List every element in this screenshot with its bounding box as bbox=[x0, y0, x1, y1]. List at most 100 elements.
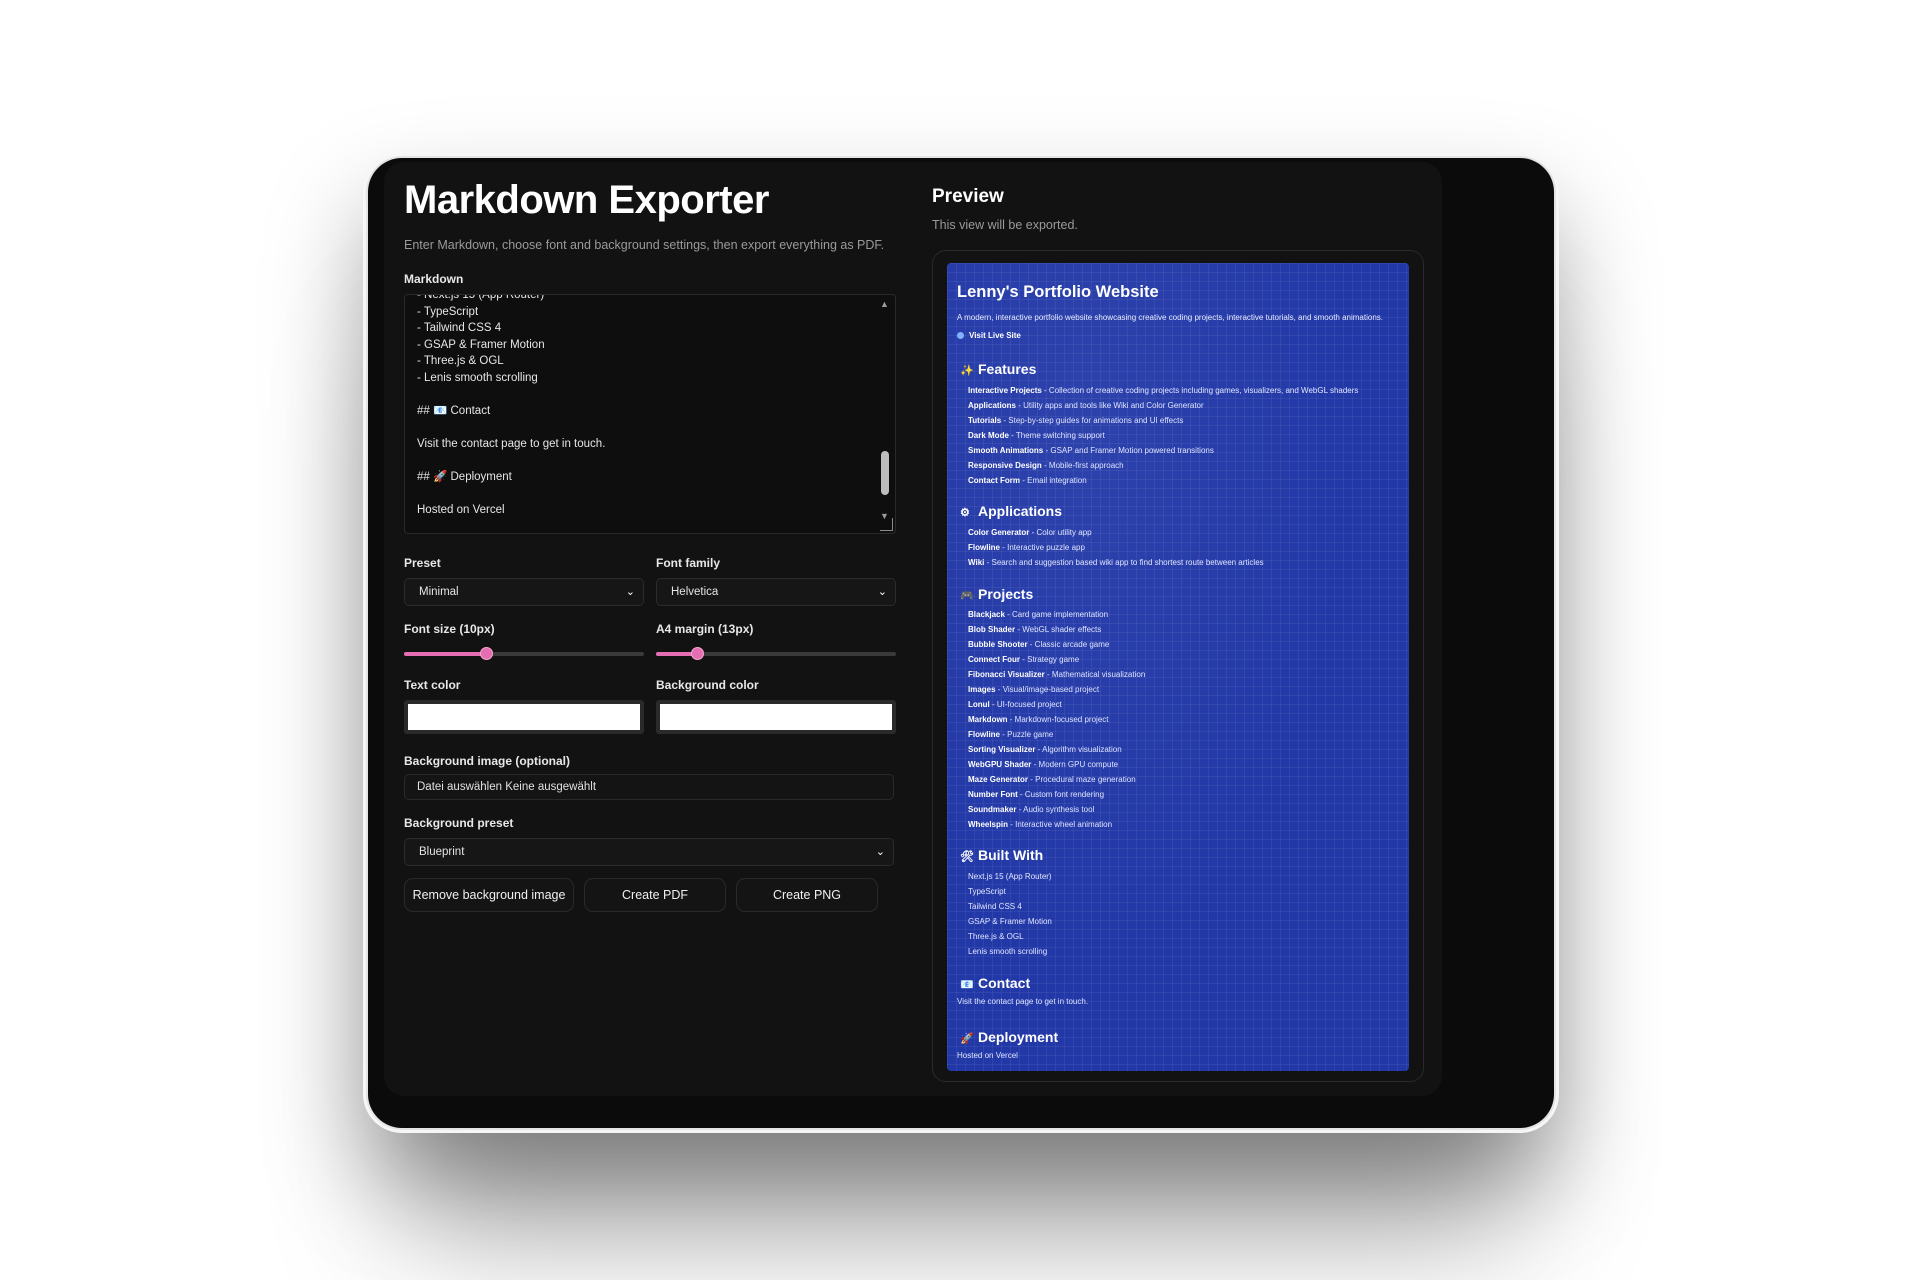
list-item: WebGPU Shader - Modern GPU compute bbox=[968, 757, 1145, 772]
bg-preset-select[interactable]: Blueprint ⌄ bbox=[404, 838, 894, 866]
list-item-name: Blob Shader bbox=[968, 625, 1016, 634]
list-item: Number Font - Custom font rendering bbox=[968, 787, 1145, 802]
deployment-text: Hosted on Vercel bbox=[957, 1051, 1018, 1060]
preview-frame: Lenny's Portfolio Website A modern, inte… bbox=[932, 250, 1424, 1082]
bg-preset-select-value: Blueprint bbox=[419, 846, 465, 858]
list-item-name: Sorting Visualizer bbox=[968, 745, 1036, 754]
preset-select[interactable]: Minimal ⌄ bbox=[404, 578, 644, 606]
list-item-desc: - GSAP and Framer Motion powered transit… bbox=[1043, 446, 1214, 455]
doc-intro: A modern, interactive portfolio website … bbox=[957, 313, 1383, 322]
scroll-up-arrow-icon[interactable]: ▲ bbox=[880, 299, 889, 309]
list-item: Wiki - Search and suggestion based wiki … bbox=[968, 555, 1264, 570]
list-item-desc: - Modern GPU compute bbox=[1031, 760, 1119, 769]
envelope-icon: 📧 bbox=[960, 979, 974, 991]
list-item-name: Smooth Animations bbox=[968, 446, 1044, 455]
slider-knob[interactable] bbox=[479, 647, 493, 660]
features-list: Interactive Projects - Collection of cre… bbox=[968, 383, 1358, 488]
list-item: Maze Generator - Procedural maze generat… bbox=[968, 772, 1145, 787]
markdown-content: - Next.js 15 (App Router) - TypeScript -… bbox=[417, 294, 606, 516]
list-item-desc: - WebGL shader effects bbox=[1015, 625, 1102, 634]
resize-handle-icon[interactable] bbox=[880, 518, 893, 531]
deployment-heading: 🚀 Deployment bbox=[960, 1029, 1058, 1045]
tools-icon: 🛠 bbox=[960, 851, 974, 863]
live-site-link[interactable]: Visit Live Site bbox=[957, 331, 1021, 340]
text-color-label: Text color bbox=[404, 678, 461, 692]
list-item-name: Tutorials bbox=[968, 416, 1002, 425]
projects-heading: 🎮 Projects bbox=[960, 586, 1033, 602]
preview-title: Preview bbox=[932, 186, 1004, 207]
list-item-name: Dark Mode bbox=[968, 431, 1009, 440]
preview-document: Lenny's Portfolio Website A modern, inte… bbox=[947, 263, 1409, 1071]
list-item-desc: - Interactive puzzle app bbox=[1000, 543, 1085, 552]
list-item: Markdown - Markdown-focused project bbox=[968, 712, 1145, 727]
built-with-heading-text: Built With bbox=[978, 847, 1044, 863]
preview-subtitle: This view will be exported. bbox=[932, 218, 1078, 232]
list-item-name: Flowline bbox=[968, 730, 1000, 739]
list-item-name: Wheelspin bbox=[968, 820, 1009, 829]
font-size-label: Font size (10px) bbox=[404, 622, 495, 636]
list-item-name: WebGPU Shader bbox=[968, 760, 1032, 769]
bg-image-file-input[interactable]: Datei auswählen Keine ausgewählt bbox=[404, 774, 894, 800]
list-item: Bubble Shooter - Classic arcade game bbox=[968, 637, 1145, 652]
features-heading-text: Features bbox=[978, 361, 1037, 377]
bg-color-swatch bbox=[660, 704, 892, 730]
list-item-desc: - Custom font rendering bbox=[1017, 790, 1105, 799]
list-item-desc: - Visual/image-based project bbox=[995, 685, 1100, 694]
applications-list: Color Generator - Color utility app Flowl… bbox=[968, 525, 1264, 570]
bg-color-label: Background color bbox=[656, 678, 759, 692]
create-pdf-button[interactable]: Create PDF bbox=[584, 878, 726, 912]
list-item: Responsive Design - Mobile-first approac… bbox=[968, 458, 1358, 473]
contact-text: Visit the contact page to get in touch. bbox=[957, 997, 1089, 1006]
create-png-button[interactable]: Create PNG bbox=[736, 878, 878, 912]
page-subtitle: Enter Markdown, choose font and backgrou… bbox=[404, 238, 885, 252]
list-item-name: Wiki bbox=[968, 558, 985, 567]
globe-icon bbox=[957, 332, 964, 339]
list-item: Next.js 15 (App Router) bbox=[968, 872, 1052, 881]
applications-heading-text: Applications bbox=[978, 503, 1063, 519]
list-item: Soundmaker - Audio synthesis tool bbox=[968, 802, 1145, 817]
list-item-desc: - Strategy game bbox=[1020, 655, 1080, 664]
markdown-textarea[interactable]: - Next.js 15 (App Router) - TypeScript -… bbox=[404, 294, 896, 534]
list-item-desc: - UI-focused project bbox=[989, 700, 1062, 709]
list-item-desc: - Classic arcade game bbox=[1027, 640, 1110, 649]
list-item-desc: - Interactive wheel animation bbox=[1008, 820, 1113, 829]
list-item: Blackjack - Card game implementation bbox=[968, 607, 1145, 622]
list-item-name: Bubble Shooter bbox=[968, 640, 1028, 649]
margin-slider[interactable] bbox=[656, 646, 896, 662]
list-item: Blob Shader - WebGL shader effects bbox=[968, 622, 1145, 637]
contact-heading: 📧 Contact bbox=[960, 975, 1030, 991]
gamepad-icon: 🎮 bbox=[960, 590, 974, 602]
list-item-name: Number Font bbox=[968, 790, 1018, 799]
font-size-slider[interactable] bbox=[404, 646, 644, 662]
font-family-select[interactable]: Helvetica ⌄ bbox=[656, 578, 896, 606]
page-title: Markdown Exporter bbox=[404, 178, 769, 222]
list-item-desc: - Procedural maze generation bbox=[1028, 775, 1136, 784]
slider-fill bbox=[404, 652, 486, 656]
text-color-swatch bbox=[408, 704, 640, 730]
list-item: Fibonacci Visualizer - Mathematical visu… bbox=[968, 667, 1145, 682]
scrollbar-thumb[interactable] bbox=[881, 451, 889, 495]
list-item-name: Flowline bbox=[968, 543, 1000, 552]
list-item-name: Responsive Design bbox=[968, 461, 1042, 470]
list-item-name: Color Generator bbox=[968, 528, 1030, 537]
markdown-label: Markdown bbox=[404, 272, 464, 286]
text-color-input[interactable] bbox=[404, 700, 644, 734]
deployment-heading-text: Deployment bbox=[978, 1029, 1059, 1045]
list-item-desc: - Audio synthesis tool bbox=[1016, 805, 1095, 814]
live-site-link-text: Visit Live Site bbox=[969, 331, 1021, 340]
list-item-name: Images bbox=[968, 685, 996, 694]
list-item: TypeScript bbox=[968, 887, 1006, 896]
list-item: GSAP & Framer Motion bbox=[968, 917, 1052, 926]
list-item-name: Maze Generator bbox=[968, 775, 1029, 784]
list-item-desc: - Mathematical visualization bbox=[1044, 670, 1146, 679]
slider-knob[interactable] bbox=[690, 647, 704, 660]
font-family-select-value: Helvetica bbox=[671, 586, 719, 598]
list-item: Connect Four - Strategy game bbox=[968, 652, 1145, 667]
bg-color-input[interactable] bbox=[656, 700, 896, 734]
list-item-desc: - Puzzle game bbox=[1000, 730, 1054, 739]
built-with-list: Next.js 15 (App Router) TypeScript Tailwin… bbox=[968, 869, 1052, 959]
rocket-icon: 🚀 bbox=[960, 1033, 974, 1045]
remove-bg-button[interactable]: Remove background image bbox=[404, 878, 574, 912]
textarea-scrollbar[interactable]: ▲ ▼ bbox=[879, 299, 891, 521]
list-item: Tailwind CSS 4 bbox=[968, 902, 1022, 911]
